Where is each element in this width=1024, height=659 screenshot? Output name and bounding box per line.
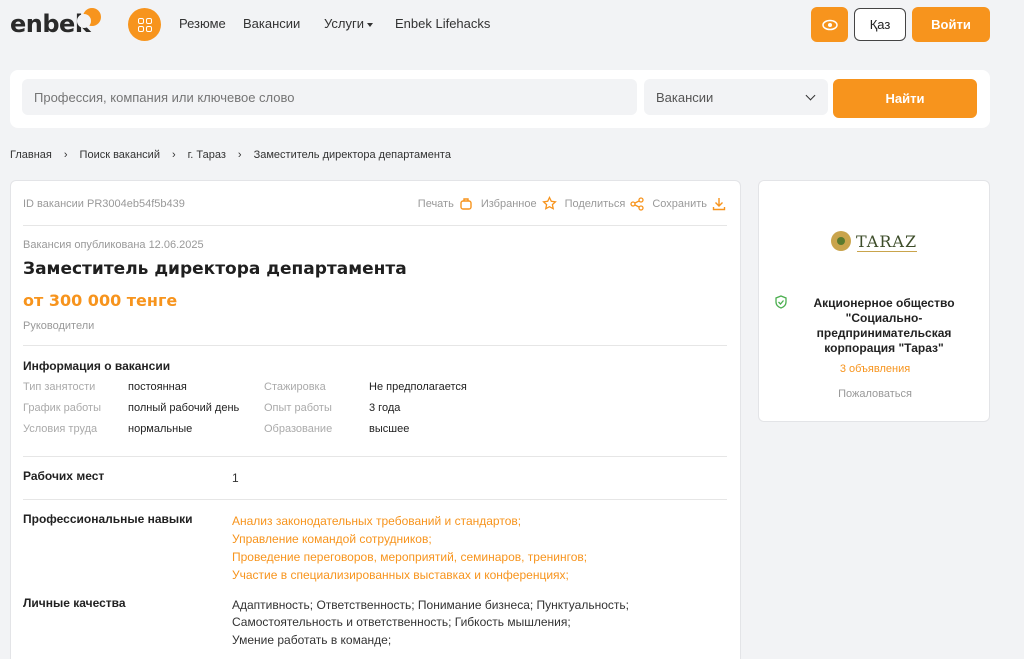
- search-input[interactable]: [22, 79, 637, 115]
- quality-item: Адаптивность; Ответственность; Понимание…: [232, 598, 629, 612]
- breadcrumb-home[interactable]: Главная: [10, 149, 52, 161]
- site-header: enbek Резюме Вакансии Услуги Enbek Lifeh…: [0, 0, 1024, 58]
- info-value: Не предполагается: [369, 381, 467, 393]
- nav-resume[interactable]: Резюме: [179, 16, 226, 31]
- info-value: 3 года: [369, 402, 401, 414]
- info-label: Опыт работы: [264, 402, 332, 414]
- nav-services-label: Услуги: [324, 16, 364, 31]
- search-type-value: Вакансии: [656, 89, 714, 105]
- info-heading: Информация о вакансии: [23, 359, 171, 373]
- company-logo[interactable]: TARAZ: [831, 231, 918, 252]
- logo-mark-icon: [77, 8, 101, 28]
- info-label: Тип занятости: [23, 381, 96, 393]
- breadcrumb-current: Заместитель директора департамента: [253, 149, 451, 161]
- info-value: нормальные: [128, 423, 193, 435]
- vacancy-salary: от 300 000 тенге: [23, 291, 178, 310]
- workplaces-label: Рабочих мест: [23, 469, 105, 483]
- quality-item: Самостоятельность и ответственность; Гиб…: [232, 615, 571, 629]
- info-label: Условия труда: [23, 423, 98, 435]
- quality-item: Умение работать в команде;: [232, 633, 392, 647]
- divider: [23, 456, 727, 457]
- breadcrumb: Главная › Поиск вакансий › г. Тараз › За…: [10, 149, 451, 161]
- seal-icon: [831, 231, 851, 251]
- skills-label: Профессиональные навыки: [23, 512, 193, 526]
- divider: [23, 345, 727, 346]
- published-date: Вакансия опубликована 12.06.2025: [23, 239, 204, 251]
- grid-icon: [137, 17, 152, 32]
- chevron-down-icon: [805, 90, 816, 101]
- search-type-select[interactable]: Вакансии: [644, 79, 828, 115]
- favorite-button[interactable]: Избранное: [481, 196, 557, 211]
- apps-menu-button[interactable]: [128, 8, 161, 41]
- skill-item: Анализ законодательных требований и стан…: [232, 514, 522, 528]
- share-icon: [630, 196, 644, 211]
- save-label: Сохранить: [652, 197, 707, 210]
- divider: [23, 499, 727, 500]
- accessibility-button[interactable]: [811, 7, 848, 42]
- nav-lifehacks[interactable]: Enbek Lifehacks: [395, 16, 490, 31]
- search-panel: Вакансии Найти: [10, 70, 990, 128]
- print-button[interactable]: Печать: [418, 197, 473, 211]
- download-icon: [712, 197, 726, 210]
- print-icon: [460, 197, 472, 210]
- breadcrumb-search[interactable]: Поиск вакансий: [80, 149, 160, 161]
- language-button[interactable]: Қаз: [854, 8, 906, 41]
- share-button[interactable]: Поделиться: [564, 196, 645, 211]
- chevron-right-icon: ›: [171, 149, 176, 161]
- nav-services[interactable]: Услуги: [324, 16, 373, 31]
- info-value: постоянная: [128, 381, 187, 393]
- verified-shield-icon: [775, 295, 787, 309]
- breadcrumb-city[interactable]: г. Тараз: [188, 149, 226, 161]
- star-icon: [541, 196, 557, 210]
- info-label: Образование: [264, 423, 333, 435]
- share-label: Поделиться: [564, 197, 626, 210]
- company-vacancy-count[interactable]: 3 объявления: [759, 363, 991, 375]
- info-value: высшее: [369, 423, 410, 435]
- search-button[interactable]: Найти: [833, 79, 977, 118]
- login-button[interactable]: Войти: [912, 7, 990, 42]
- company-card: TARAZ Акционерное общество "Социально-пр…: [758, 180, 990, 422]
- vacancy-id: ID вакансии PR3004eb54f5b439: [23, 198, 185, 210]
- logo-underline: [857, 251, 917, 252]
- eye-icon: [821, 19, 838, 30]
- favorite-label: Избранное: [480, 197, 537, 210]
- info-label: Стажировка: [264, 381, 326, 393]
- print-label: Печать: [417, 197, 454, 210]
- info-label: График работы: [23, 402, 101, 414]
- vacancy-title: Заместитель директора департамента: [23, 259, 407, 279]
- nav-vacancies[interactable]: Вакансии: [243, 16, 300, 31]
- qualities-label: Личные качества: [23, 596, 126, 610]
- caret-down-icon: [366, 22, 373, 27]
- skill-item: Участие в специализированных выставках и…: [232, 568, 569, 582]
- company-logo-text: TARAZ: [856, 231, 918, 251]
- skill-item: Управление командой сотрудников;: [232, 532, 432, 546]
- vacancy-actions: Печать Избранное Поделиться Сохранить: [410, 196, 726, 211]
- company-name[interactable]: Акционерное общество "Социально-предприн…: [789, 296, 979, 356]
- chevron-right-icon: ›: [237, 149, 242, 161]
- vacancy-category: Руководители: [23, 320, 95, 332]
- complain-link[interactable]: Пожаловаться: [759, 388, 991, 400]
- save-button[interactable]: Сохранить: [652, 197, 726, 211]
- workplaces-value: 1: [232, 471, 239, 485]
- vacancy-card: ID вакансии PR3004eb54f5b439 Печать Избр…: [10, 180, 741, 659]
- skill-item: Проведение переговоров, мероприятий, сем…: [232, 550, 588, 564]
- info-value: полный рабочий день: [128, 402, 240, 414]
- chevron-right-icon: ›: [63, 149, 68, 161]
- divider: [23, 225, 727, 226]
